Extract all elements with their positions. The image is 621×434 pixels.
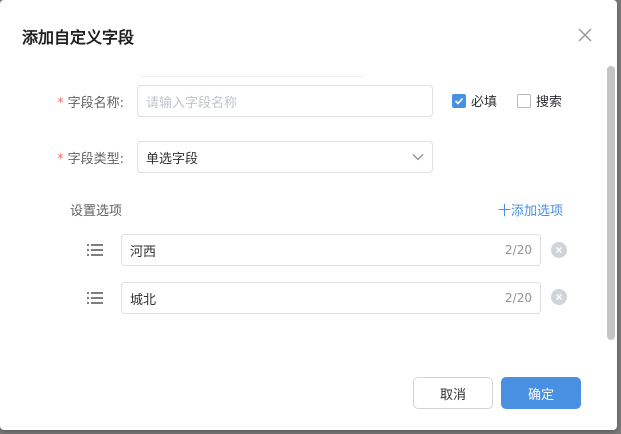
required-checkbox[interactable]: 必填	[452, 91, 497, 110]
options-section-label: 设置选项	[70, 204, 123, 219]
field-name-input[interactable]: 请输入字段名称	[137, 85, 433, 117]
field-name-placeholder: 请输入字段名称	[146, 95, 238, 111]
field-type-label: * 字段类型:	[14, 148, 124, 167]
option-value: 城北	[130, 292, 157, 308]
field-type-label-text: 字段类型:	[67, 152, 124, 167]
field-name-label: * 字段名称:	[14, 92, 124, 111]
confirm-button[interactable]: 确定	[501, 377, 581, 409]
remove-option-icon[interactable]	[551, 242, 567, 258]
divider	[140, 76, 364, 77]
option-input[interactable]: 河西 2/20	[121, 234, 541, 266]
chevron-down-icon	[412, 153, 424, 161]
option-input[interactable]: 城北 2/20	[121, 282, 541, 314]
search-checkbox-label: 搜索	[536, 95, 563, 110]
field-type-select[interactable]: 单选字段	[137, 141, 433, 173]
checkbox-icon	[517, 93, 531, 108]
add-custom-field-dialog: 添加自定义字段 * 字段名称: 请输入字段名称 必填 搜索 * 字段类型: 单选字段…	[0, 0, 617, 430]
remove-option-icon[interactable]	[551, 289, 567, 305]
option-value: 河西	[130, 244, 157, 260]
drag-handle-icon[interactable]	[86, 242, 104, 256]
cancel-button[interactable]: 取消	[413, 377, 493, 409]
check-icon	[452, 93, 466, 108]
close-icon[interactable]	[576, 26, 594, 44]
search-checkbox[interactable]: 搜索	[517, 91, 562, 110]
character-count: 2/20	[505, 291, 532, 305]
drag-handle-icon[interactable]	[86, 290, 104, 304]
required-checkbox-label: 必填	[471, 95, 498, 110]
field-type-value: 单选字段	[146, 151, 199, 167]
add-option-button[interactable]: 十添加选项	[498, 200, 563, 219]
required-mark: *	[57, 152, 64, 167]
field-name-label-text: 字段名称:	[67, 96, 124, 111]
dialog-scrollbar[interactable]	[607, 66, 615, 340]
required-mark: *	[57, 96, 64, 111]
dialog-title: 添加自定义字段	[22, 28, 135, 47]
character-count: 2/20	[505, 243, 532, 257]
